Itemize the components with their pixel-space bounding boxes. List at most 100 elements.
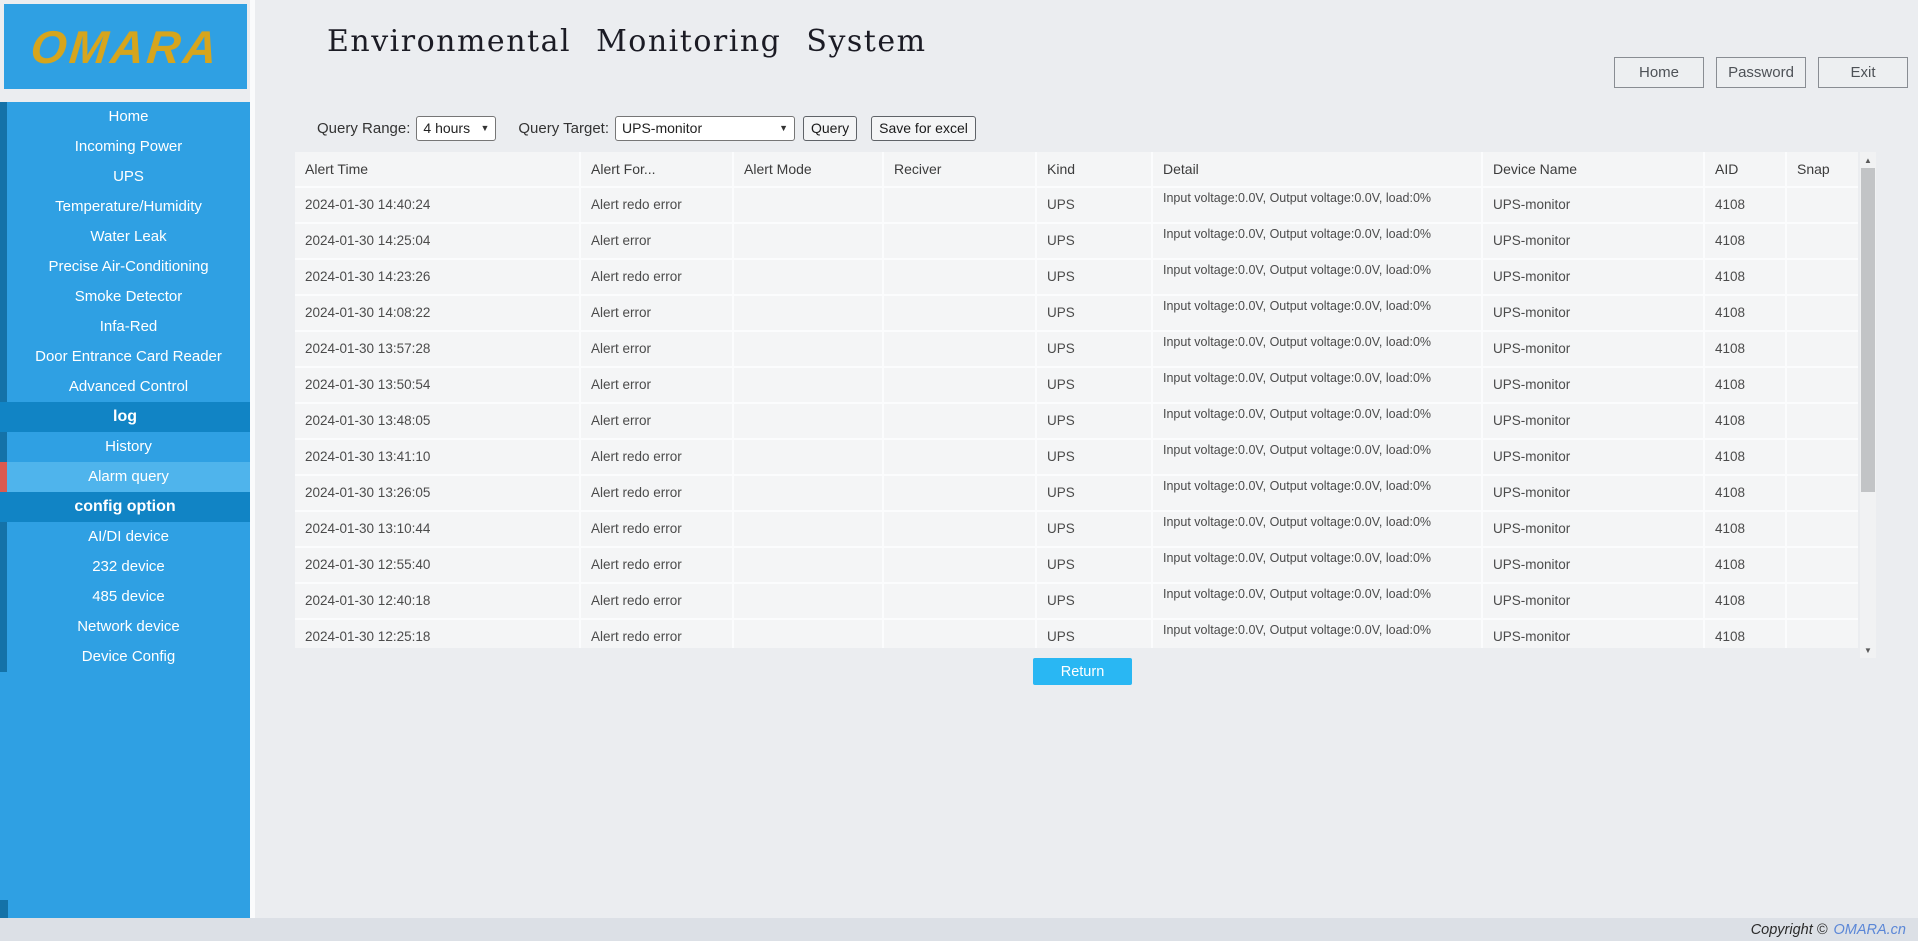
sidebar-item-config-option[interactable]: config option (0, 492, 250, 522)
cell-device-name: UPS-monitor (1483, 440, 1705, 476)
cell-snap (1787, 260, 1858, 296)
sidebar-item-ups[interactable]: UPS (0, 162, 250, 192)
cell-snap (1787, 476, 1858, 512)
cell-aid: 4108 (1705, 620, 1787, 648)
cell-alert-for: Alert error (581, 296, 734, 332)
query-range-select[interactable]: 4 hours ▼ (416, 116, 496, 141)
cell-alert-for: Alert redo error (581, 188, 734, 224)
cell-detail: Input voltage:0.0V, Output voltage:0.0V,… (1153, 548, 1483, 584)
cell-kind: UPS (1037, 584, 1153, 620)
sidebar-item-advanced-control[interactable]: Advanced Control (0, 372, 250, 402)
cell-kind: UPS (1037, 188, 1153, 224)
cell-reciver (884, 476, 1037, 512)
cell-alert-for: Alert error (581, 224, 734, 260)
query-target-value: UPS-monitor (622, 120, 702, 136)
column-header-alert-for-: Alert For... (581, 152, 734, 188)
cell-time: 2024-01-30 14:23:26 (295, 260, 581, 296)
cell-time: 2024-01-30 13:10:44 (295, 512, 581, 548)
table-row: 2024-01-30 14:23:26Alert redo error UPSIn… (295, 260, 1858, 296)
table-row: 2024-01-30 12:25:18Alert redo errorUPSIn… (295, 620, 1858, 648)
sidebar-item-history[interactable]: History (0, 432, 250, 462)
return-button[interactable]: Return (1033, 658, 1132, 685)
query-bar: Query Range: 4 hours ▼ Query Target: UPS… (317, 114, 990, 142)
cell-detail: Input voltage:0.0V, Output voltage:0.0V,… (1153, 620, 1483, 648)
table-row: 2024-01-30 13:26:05Alert redo errorUPSIn… (295, 476, 1858, 512)
cell-alert-for: Alert error (581, 368, 734, 404)
cell-reciver (884, 512, 1037, 548)
cell-reciver (884, 332, 1037, 368)
query-range-label: Query Range: (317, 120, 410, 137)
cell-alert-mode (734, 476, 884, 512)
cell-detail: Input voltage:0.0V, Output voltage:0.0V,… (1153, 440, 1483, 476)
cell-alert-for: Alert redo error (581, 620, 734, 648)
sidebar-item-ai-di-device[interactable]: AI/DI device (0, 522, 250, 552)
cell-time: 2024-01-30 12:40:18 (295, 584, 581, 620)
table-row: 2024-01-30 13:48:05Alert errorUPSInput v… (295, 404, 1858, 440)
header-buttons: Home Password Exit (1614, 57, 1908, 88)
scrollbar-thumb[interactable] (1861, 168, 1875, 492)
chevron-down-icon: ▼ (771, 123, 788, 133)
query-button[interactable]: Query (803, 116, 857, 141)
column-header-aid: AID (1705, 152, 1787, 188)
table-header-row: Alert TimeAlert For...Alert ModeReciverK… (295, 152, 1858, 188)
cell-kind: UPS (1037, 332, 1153, 368)
sidebar-item-home[interactable]: Home (0, 102, 250, 132)
sidebar-item-precise-air-conditioning[interactable]: Precise Air-Conditioning (0, 252, 250, 282)
sidebar-item-water-leak[interactable]: Water Leak (0, 222, 250, 252)
column-header-alert-mode: Alert Mode (734, 152, 884, 188)
sidebar: OMARA HomeIncoming PowerUPSTemperature/H… (0, 0, 255, 918)
scroll-down-icon[interactable]: ▼ (1860, 642, 1876, 658)
cell-alert-for: Alert redo error (581, 584, 734, 620)
sidebar-item-door-entrance-card-reader[interactable]: Door Entrance Card Reader (0, 342, 250, 372)
cell-kind: UPS (1037, 260, 1153, 296)
alerts-table: Alert TimeAlert For...Alert ModeReciverK… (295, 152, 1858, 648)
cell-detail: Input voltage:0.0V, Output voltage:0.0V,… (1153, 260, 1483, 296)
sidebar-item-232-device[interactable]: 232 device (0, 552, 250, 582)
cell-aid: 4108 (1705, 368, 1787, 404)
cell-device-name: UPS-monitor (1483, 224, 1705, 260)
cell-snap (1787, 332, 1858, 368)
column-header-alert-time: Alert Time (295, 152, 581, 188)
cell-alert-mode (734, 548, 884, 584)
cell-alert-for: Alert redo error (581, 260, 734, 296)
cell-aid: 4108 (1705, 440, 1787, 476)
home-button[interactable]: Home (1614, 57, 1704, 88)
cell-device-name: UPS-monitor (1483, 512, 1705, 548)
cell-alert-mode (734, 620, 884, 648)
query-target-select[interactable]: UPS-monitor ▼ (615, 116, 795, 141)
password-button[interactable]: Password (1716, 57, 1806, 88)
cell-alert-for: Alert error (581, 404, 734, 440)
cell-kind: UPS (1037, 620, 1153, 648)
cell-time: 2024-01-30 13:57:28 (295, 332, 581, 368)
sidebar-item-485-device[interactable]: 485 device (0, 582, 250, 612)
column-header-kind: Kind (1037, 152, 1153, 188)
sidebar-item-infa-red[interactable]: Infa-Red (0, 312, 250, 342)
column-header-reciver: Reciver (884, 152, 1037, 188)
table-row: 2024-01-30 13:57:28Alert errorUPSInput v… (295, 332, 1858, 368)
cell-alert-mode (734, 512, 884, 548)
cell-alert-for: Alert redo error (581, 512, 734, 548)
cell-kind: UPS (1037, 440, 1153, 476)
omara-link[interactable]: OMARA.cn (1833, 922, 1906, 938)
sidebar-item-log[interactable]: log (0, 402, 250, 432)
table-scrollbar[interactable]: ▲ ▼ (1860, 152, 1876, 658)
sidebar-item-incoming-power[interactable]: Incoming Power (0, 132, 250, 162)
table-row: 2024-01-30 13:10:44Alert redo errorUPSIn… (295, 512, 1858, 548)
table-row: 2024-01-30 13:41:10Alert redo errorUPSIn… (295, 440, 1858, 476)
cell-snap (1787, 404, 1858, 440)
sidebar-item-network-device[interactable]: Network device (0, 612, 250, 642)
table-row: 2024-01-30 12:55:40Alert redo errorUPSIn… (295, 548, 1858, 584)
cell-reciver (884, 620, 1037, 648)
sidebar-item-alarm-query[interactable]: Alarm query (0, 462, 250, 492)
sidebar-item-device-config[interactable]: Device Config (0, 642, 250, 672)
table-row: 2024-01-30 14:40:24Alert redo errorUPSIn… (295, 188, 1858, 224)
sidebar-item-smoke-detector[interactable]: Smoke Detector (0, 282, 250, 312)
cell-time: 2024-01-30 14:25:04 (295, 224, 581, 260)
sidebar-divider (250, 0, 255, 918)
cell-detail: Input voltage:0.0V, Output voltage:0.0V,… (1153, 368, 1483, 404)
save-for-excel-button[interactable]: Save for excel (871, 116, 976, 141)
sidebar-item-temperature-humidity[interactable]: Temperature/Humidity (0, 192, 250, 222)
exit-button[interactable]: Exit (1818, 57, 1908, 88)
cell-detail: Input voltage:0.0V, Output voltage:0.0V,… (1153, 188, 1483, 224)
scroll-up-icon[interactable]: ▲ (1860, 152, 1876, 168)
